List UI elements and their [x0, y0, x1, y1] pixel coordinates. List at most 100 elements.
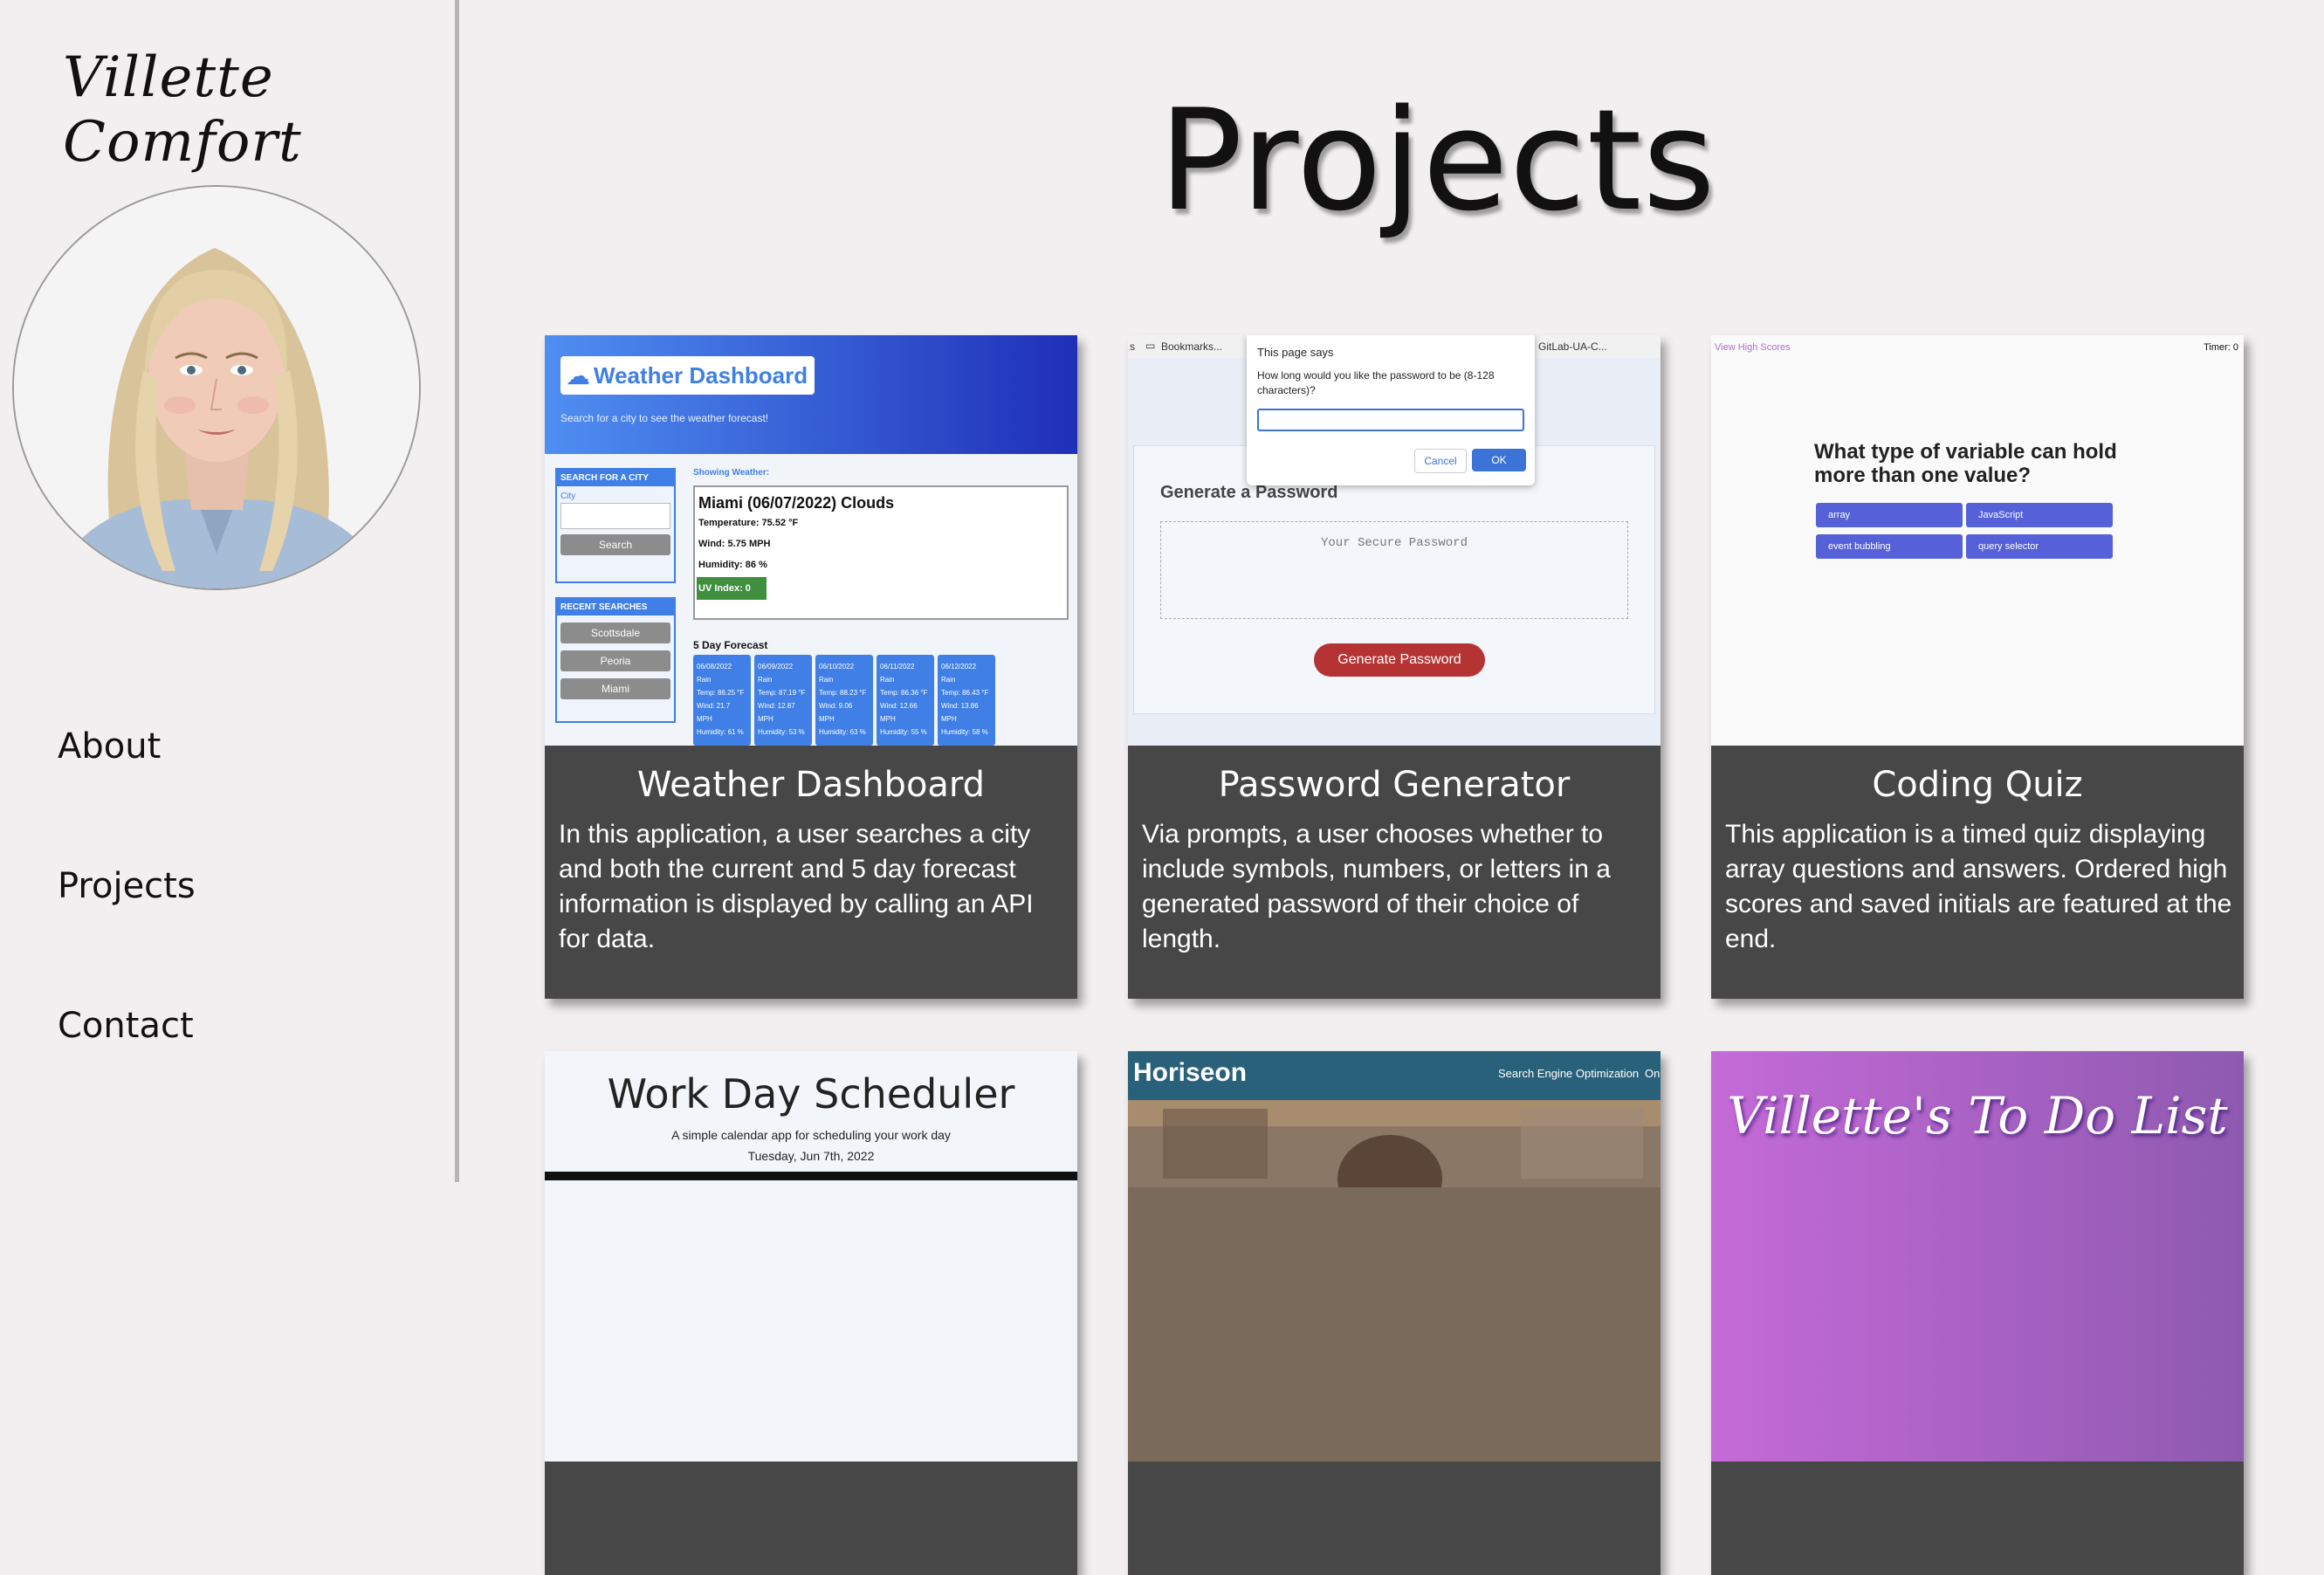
- recent-search-button[interactable]: Scottsdale: [560, 622, 670, 643]
- password-heading: Generate a Password: [1160, 483, 1338, 502]
- quiz-answer-button[interactable]: array: [1816, 503, 1963, 527]
- uv-index-badge: UV Index: 0: [697, 577, 767, 600]
- forecast-humidity: Humidity: 63 %: [819, 728, 866, 736]
- view-high-scores-link[interactable]: View High Scores: [1715, 342, 1791, 353]
- horiseon-nav-seo[interactable]: Search Engine Optimization: [1498, 1067, 1639, 1080]
- scheduler-divider: [545, 1172, 1077, 1180]
- project-card-horiseon[interactable]: Horiseon Search Engine Optimization On: [1128, 1051, 1660, 1575]
- todo-list-header: Villette's To Do List: [1727, 1086, 2228, 1145]
- project-card-todo-list[interactable]: Villette's To Do List: [1711, 1051, 2244, 1575]
- forecast-condition: Rain: [697, 676, 712, 684]
- quiz-answer-button[interactable]: event bubbling: [1816, 534, 1963, 559]
- work-day-scheduler-screenshot: Work Day Scheduler A simple calendar app…: [545, 1051, 1077, 1462]
- scheduler-header: Work Day Scheduler: [607, 1070, 1015, 1118]
- project-card-coding-quiz[interactable]: View High Scores Timer: 0 What type of v…: [1711, 335, 2244, 999]
- forecast-row: 06/08/2022 Rain Temp: 86.25 °F Wind: 21.…: [693, 655, 995, 746]
- forecast-wind: Wind: 12.87 MPH: [758, 702, 795, 723]
- horiseon-hero-image: [1128, 1100, 1660, 1187]
- prompt-dialog: This page says How long would you like t…: [1247, 335, 1535, 485]
- password-generator-screenshot: s ▭ Bookmarks... GitLab-UA-C... Generate…: [1128, 335, 1660, 746]
- todo-list-screenshot: Villette's To Do List: [1711, 1051, 2244, 1462]
- dialog-title: This page says: [1257, 346, 1334, 359]
- forecast-card: 06/12/2022 Rain Temp: 86.43 °F Wind: 13.…: [938, 655, 995, 746]
- project-card-password-generator[interactable]: s ▭ Bookmarks... GitLab-UA-C... Generate…: [1128, 335, 1660, 999]
- dialog-cancel-button[interactable]: Cancel: [1414, 449, 1467, 473]
- current-humidity: Humidity: 86 %: [698, 560, 767, 570]
- weather-subheader: Search for a city to see the weather for…: [560, 412, 769, 424]
- nav-projects-link[interactable]: Projects: [58, 866, 196, 906]
- weather-search-heading: SEARCH FOR A CITY: [557, 470, 674, 486]
- horiseon-screenshot: Horiseon Search Engine Optimization On: [1128, 1051, 1660, 1462]
- brand-name: Villette Comfort: [63, 45, 302, 175]
- avatar-portrait-image: [14, 187, 419, 588]
- folder-icon: ▭: [1145, 340, 1156, 352]
- forecast-humidity: Humidity: 55 %: [880, 728, 927, 736]
- coding-quiz-screenshot: View High Scores Timer: 0 What type of v…: [1711, 335, 2244, 746]
- current-temp: Temperature: 75.52 °F: [698, 518, 799, 528]
- showing-weather-label: Showing Weather:: [693, 468, 770, 478]
- forecast-date: 06/12/2022: [941, 663, 977, 671]
- weather-search-panel: SEARCH FOR A CITY City Search: [555, 468, 676, 583]
- password-placeholder: Your Secure Password: [1320, 536, 1468, 550]
- quiz-answer-button[interactable]: query selector: [1966, 534, 2113, 559]
- card-description: This application is a timed quiz display…: [1725, 820, 2232, 953]
- card-description: In this application, a user searches a c…: [559, 820, 1034, 953]
- horiseon-nav-online[interactable]: On: [1645, 1067, 1660, 1080]
- forecast-humidity: Humidity: 53 %: [758, 728, 805, 736]
- forecast-card: 06/08/2022 Rain Temp: 86.25 °F Wind: 21.…: [693, 655, 751, 746]
- forecast-wind: Wind: 12.66 MPH: [880, 702, 918, 723]
- gitlab-bookmark[interactable]: GitLab-UA-C...: [1538, 340, 1607, 353]
- scheduler-subtitle: A simple calendar app for scheduling you…: [671, 1128, 951, 1142]
- current-weather-box: Miami (06/07/2022) Clouds Temperature: 7…: [693, 485, 1069, 620]
- forecast-date: 06/11/2022: [880, 663, 915, 671]
- forecast-wind: Wind: 13.86 MPH: [941, 702, 979, 723]
- forecast-condition: Rain: [758, 676, 773, 684]
- forecast-card: 06/10/2022 Rain Temp: 88.23 °F Wind: 9.0…: [815, 655, 873, 746]
- current-wind: Wind: 5.75 MPH: [698, 539, 771, 549]
- city-input[interactable]: [560, 503, 670, 529]
- card-title: Coding Quiz: [1872, 765, 2083, 805]
- dialog-message: How long would you like the password to …: [1257, 369, 1495, 396]
- card-title: Weather Dashboard: [636, 765, 986, 805]
- quiz-answer-button[interactable]: JavaScript: [1966, 503, 2113, 527]
- forecast-temp: Temp: 86.36 °F: [880, 689, 928, 697]
- generate-password-button[interactable]: Generate Password: [1314, 643, 1485, 677]
- recent-search-button[interactable]: Miami: [560, 678, 670, 699]
- card-title: Password Generator: [1218, 765, 1571, 805]
- password-card: Generate a Password Your Secure Password…: [1133, 445, 1655, 714]
- city-label: City: [560, 492, 576, 501]
- forecast-condition: Rain: [819, 676, 834, 684]
- forecast-temp: Temp: 88.23 °F: [819, 689, 867, 697]
- weather-logo-box: ☁ Weather Dashboard: [560, 356, 815, 395]
- quiz-question: What type of variable can hold more than…: [1814, 440, 2117, 487]
- dialog-input[interactable]: [1257, 409, 1524, 431]
- forecast-date: 06/09/2022: [758, 663, 794, 671]
- avatar: [12, 185, 421, 590]
- recent-search-button[interactable]: Peoria: [560, 650, 670, 671]
- forecast-heading: 5 Day Forecast: [693, 639, 768, 651]
- forecast-temp: Temp: 86.25 °F: [697, 689, 745, 697]
- horiseon-header: Horiseon Search Engine Optimization On: [1128, 1051, 1660, 1100]
- project-card-weather-dashboard[interactable]: ☁ Weather Dashboard Search for a city to…: [545, 335, 1077, 999]
- forecast-temp: Temp: 86.43 °F: [941, 689, 989, 697]
- forecast-wind: Wind: 21.7 MPH: [697, 702, 731, 723]
- page-title: Projects: [1159, 79, 1716, 242]
- cloud-lightning-icon: ☁: [566, 361, 590, 389]
- bookmarks-bar-left-text: s: [1130, 340, 1135, 353]
- forecast-condition: Rain: [880, 676, 895, 684]
- forecast-condition: Rain: [941, 676, 956, 684]
- weather-search-button[interactable]: Search: [560, 534, 670, 555]
- current-weather-title: Miami (06/07/2022) Clouds: [698, 494, 895, 512]
- bookmarks-label[interactable]: Bookmarks...: [1161, 340, 1222, 353]
- forecast-humidity: Humidity: 61 %: [697, 728, 744, 736]
- nav-about-link[interactable]: About: [58, 726, 161, 767]
- nav-contact-link[interactable]: Contact: [58, 1006, 194, 1046]
- scheduler-date: Tuesday, Jun 7th, 2022: [747, 1149, 875, 1163]
- horiseon-logo: Horiseon: [1133, 1058, 1248, 1087]
- project-card-work-day-scheduler[interactable]: Work Day Scheduler A simple calendar app…: [545, 1051, 1077, 1575]
- forecast-temp: Temp: 87.19 °F: [758, 689, 806, 697]
- forecast-card: 06/09/2022 Rain Temp: 87.19 °F Wind: 12.…: [754, 655, 812, 746]
- dialog-ok-button[interactable]: OK: [1472, 449, 1526, 471]
- recent-searches-panel: RECENT SEARCHES Scottsdale Peoria Miami: [555, 597, 676, 723]
- password-output[interactable]: Your Secure Password: [1160, 521, 1628, 619]
